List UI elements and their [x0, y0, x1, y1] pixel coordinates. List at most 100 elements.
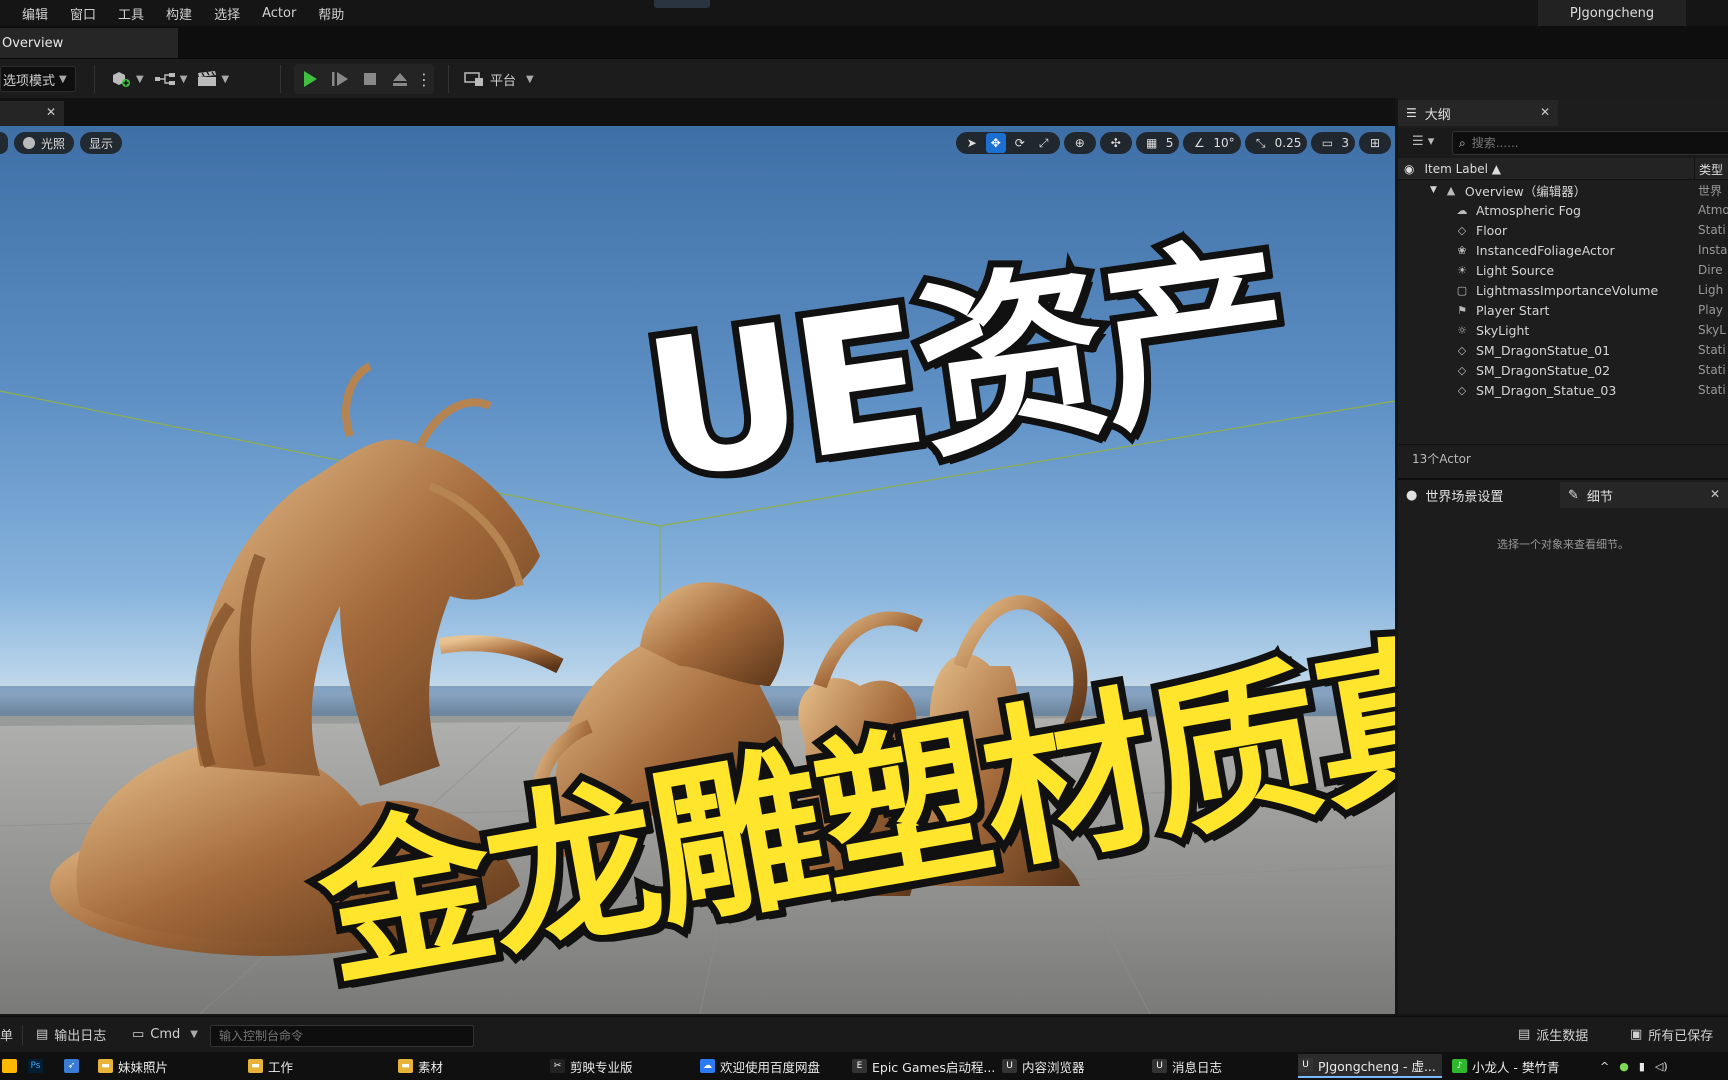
close-icon[interactable]: ✕ — [46, 105, 56, 119]
scale-snap-button[interactable]: ⤡ 0.25 — [1244, 132, 1308, 154]
fog-icon: ☁ — [1456, 203, 1468, 217]
scale-icon[interactable]: ⤢ — [1034, 133, 1054, 153]
lighting-mode-button[interactable]: 光照 — [14, 132, 75, 154]
menu-build[interactable]: 构建 — [155, 4, 203, 23]
viewport-tab[interactable]: ✕ — [0, 101, 64, 126]
photoshop-icon: Ps — [28, 1059, 43, 1073]
photoshop-button[interactable]: Ps — [28, 1054, 43, 1078]
eye-icon[interactable]: ◉ — [1404, 162, 1414, 176]
console-input[interactable] — [210, 1025, 474, 1047]
outliner-item-type: SkyL — [1698, 323, 1726, 337]
content-drawer-button[interactable]: 单 — [0, 1025, 13, 1044]
outliner-item[interactable]: ❀ InstancedFoliageActor Insta — [1398, 240, 1728, 260]
filter-icon[interactable]: ☰ ▾ — [1412, 134, 1434, 149]
add-actor-button[interactable]: ▼ — [110, 65, 144, 93]
coordinate-space-button[interactable]: ⊕ — [1063, 132, 1096, 154]
outliner-tab[interactable]: ☰ 大纲 ✕ — [1398, 100, 1558, 126]
menu-help[interactable]: 帮助 — [307, 4, 355, 23]
blueprint-button[interactable]: ▼ — [154, 65, 188, 93]
output-log-button[interactable]: ▤ 输出日志 — [36, 1025, 106, 1044]
derived-data-button[interactable]: ▤ 派生数据 — [1518, 1025, 1588, 1044]
taskbar-item[interactable]: ▬ 妹妹照片 — [98, 1054, 174, 1078]
taskbar-item[interactable]: ▬ 素材 — [398, 1054, 449, 1078]
system-tray[interactable]: ^ ● ▮ ◁) — [1600, 1054, 1668, 1078]
outliner-search[interactable]: ⌕ — [1452, 131, 1728, 155]
app-button[interactable]: ➶ — [64, 1054, 79, 1078]
taskbar-item-label: Epic Games启动程... — [872, 1059, 996, 1075]
outliner-item[interactable]: ☀ Light Source Dire — [1398, 260, 1728, 280]
create-group: ▼ ▼ ▼ — [110, 64, 229, 94]
cinematics-button[interactable]: ▼ — [197, 65, 229, 93]
outliner-item-label: SkyLight — [1476, 322, 1530, 338]
start-button[interactable] — [2, 1054, 17, 1078]
rotate-icon[interactable]: ⟳ — [1010, 133, 1030, 153]
search-input[interactable] — [1471, 136, 1712, 150]
taskbar-item[interactable]: U 消息日志 — [1152, 1054, 1228, 1078]
taskbar-item[interactable]: U 内容浏览器 — [1002, 1054, 1091, 1078]
menu-actor[interactable]: Actor — [251, 6, 307, 21]
details-tab[interactable]: ✎ 细节 ✕ — [1560, 482, 1728, 508]
show-label: 显示 — [89, 136, 114, 151]
viewport-layout-button[interactable]: ⊞ — [1359, 132, 1391, 154]
close-icon[interactable]: ✕ — [1540, 105, 1550, 119]
outliner-tab-label: 大纲 — [1424, 107, 1451, 123]
world-settings-tab[interactable]: ● 世界场景设置 — [1398, 482, 1558, 508]
advance-frame-button[interactable] — [328, 65, 352, 93]
level-viewport[interactable]: 光照 显示 ➤ ✥ ⟳ ⤢ ⊕ ✣ ▦ 5 ∠ 10° ⤡ 0.25 ▭ 3 ⊞… — [0, 126, 1395, 1014]
toolbar-divider — [94, 65, 95, 93]
music-icon: ♪ — [1452, 1059, 1467, 1073]
taskbar-item[interactable]: ♪ 小龙人 - 樊竹青 — [1452, 1054, 1565, 1078]
title-drag-handle[interactable] — [654, 0, 710, 8]
show-button[interactable]: 显示 — [80, 132, 123, 154]
outliner-item[interactable]: ◇ SM_Dragon_Statue_03 Stati — [1398, 380, 1728, 400]
taskbar-item[interactable]: U PJgongcheng - 虚... — [1298, 1054, 1442, 1078]
rotation-snap-button[interactable]: ∠ 10° — [1183, 132, 1241, 154]
outliner-item[interactable]: ▢ LightmassImportanceVolume Ligh — [1398, 280, 1728, 300]
cmd-dropdown[interactable]: ▭ Cmd ▼ — [132, 1027, 198, 1042]
camera-speed-button[interactable]: ▭ 3 — [1311, 132, 1355, 154]
chevron-down-icon: ▼ — [179, 73, 188, 85]
grid-snap-button[interactable]: ▦ 5 — [1135, 132, 1180, 154]
expand-arrow-icon[interactable]: ▼ — [1430, 185, 1437, 195]
column-type[interactable]: 类型 — [1694, 158, 1723, 180]
menu-tools[interactable]: 工具 — [107, 4, 155, 23]
play-button[interactable] — [298, 65, 322, 93]
taskbar-item[interactable]: ✂ 剪映专业版 — [550, 1054, 639, 1078]
menu-edit[interactable]: 编辑 — [0, 4, 59, 23]
menu-select[interactable]: 选择 — [203, 4, 251, 23]
move-icon[interactable]: ✥ — [985, 133, 1006, 153]
outliner-item[interactable]: ⚑ Player Start Play — [1398, 300, 1728, 320]
eject-button[interactable] — [388, 65, 412, 93]
taskbar-item[interactable]: ☁ 欢迎使用百度网盘 — [700, 1054, 826, 1078]
outliner-item[interactable]: ◇ SM_DragonStatue_02 Stati — [1398, 360, 1728, 380]
close-icon[interactable]: ✕ — [1710, 487, 1720, 501]
viewport-tab-strip: ✕ — [0, 98, 1395, 126]
outliner-item[interactable]: ☁ Atmospheric Fog Atmo — [1398, 200, 1728, 220]
platform-dropdown[interactable]: 平台 ▼ — [464, 65, 534, 93]
mesh-icon: ◇ — [1457, 343, 1467, 357]
play-options-button[interactable]: ⋮ — [416, 65, 432, 93]
volume-icon: ▢ — [1456, 283, 1468, 297]
viewport-menu-button[interactable] — [0, 132, 8, 154]
level-tab[interactable]: Overview — [0, 28, 178, 58]
select-cursor-icon[interactable]: ➤ — [962, 133, 982, 153]
outliner-item[interactable]: ☼ SkyLight SkyL — [1398, 320, 1728, 340]
outliner-item[interactable]: ◇SM_DragonStatue_04Stati — [1398, 400, 1728, 402]
mode-dropdown[interactable]: 选项模式 ▼ — [0, 66, 76, 92]
outliner-toolbar: ☰ ▾ ⌕ — [1398, 128, 1728, 158]
outliner-item[interactable]: ◇ Floor Stati — [1398, 220, 1728, 240]
column-item-label[interactable]: Item Label ▲ — [1424, 162, 1501, 176]
tree-root[interactable]: ▼ ▲ Overview（编辑器） 世界 — [1398, 180, 1728, 200]
stop-button[interactable] — [358, 65, 382, 93]
sphere-icon — [23, 137, 35, 149]
save-status-button[interactable]: ▣ 所有已保存 — [1630, 1025, 1713, 1044]
outliner-panel: ☰ 大纲 ✕ ☰ ▾ ⌕ ◉ Item Label ▲ 类型 ▼ ▲ Overv… — [1398, 98, 1728, 478]
platform-group: 平台 ▼ — [464, 64, 534, 94]
taskbar-item[interactable]: E Epic Games启动程... — [852, 1054, 1001, 1078]
menu-window[interactable]: 窗口 — [59, 4, 107, 23]
taskbar-item[interactable]: ▬ 工作 — [248, 1054, 299, 1078]
output-log-label: 输出日志 — [54, 1029, 107, 1044]
chevron-down-icon: ▼ — [59, 73, 67, 85]
surface-snap-button[interactable]: ✣ — [1099, 132, 1132, 154]
outliner-item[interactable]: ◇ SM_DragonStatue_01 Stati — [1398, 340, 1728, 360]
